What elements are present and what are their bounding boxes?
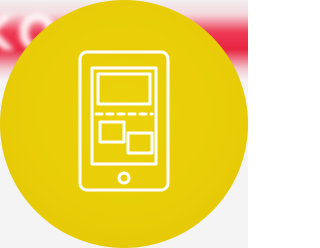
screen-content-block-right xyxy=(126,131,154,155)
home-button xyxy=(117,171,131,185)
screen-image-block xyxy=(96,72,152,106)
tablet-icon xyxy=(78,50,170,192)
screen-content-block-left xyxy=(98,120,126,144)
tablet-screen xyxy=(90,66,158,166)
app-icon-tile[interactable]: KO ME xyxy=(0,0,248,248)
